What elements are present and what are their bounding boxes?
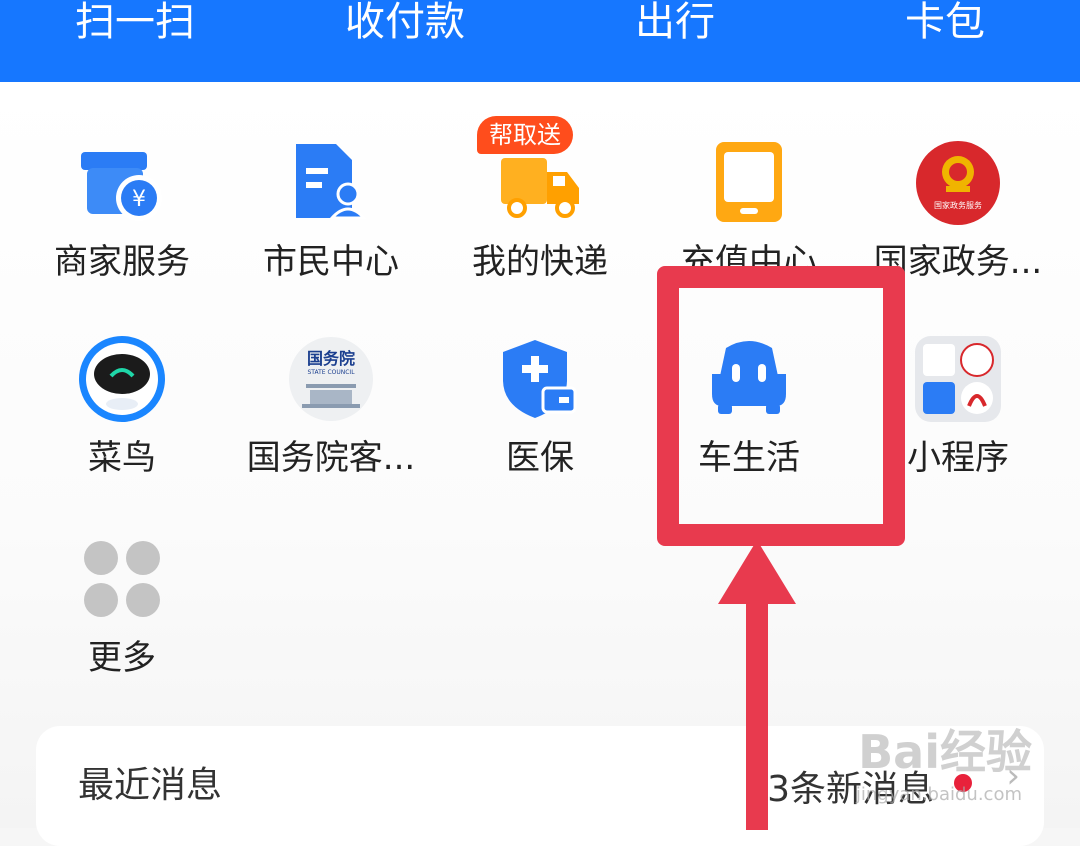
baidu-watermark: Bai经验	[858, 725, 1032, 779]
app-my-delivery[interactable]: 帮取送 我的快递	[435, 116, 645, 328]
svg-text:STATE COUNCIL: STATE COUNCIL	[307, 369, 355, 376]
svg-text:国务院: 国务院	[307, 349, 355, 368]
pointer-arrow-icon	[718, 540, 796, 830]
cainiao-robot-icon	[79, 336, 165, 422]
national-emblem-icon: 国家政务服务	[916, 141, 1000, 225]
app-label: 医保	[506, 438, 574, 478]
app-cainiao[interactable]: 菜鸟	[17, 334, 227, 524]
citizen-center-icon	[296, 144, 368, 220]
svg-text:¥: ¥	[132, 187, 146, 212]
highlight-box	[657, 266, 905, 546]
app-merchant-services[interactable]: ¥ 商家服务	[17, 138, 227, 328]
app-label: 商家服务	[54, 242, 190, 282]
svg-text:国家政务服务: 国家政务服务	[934, 200, 982, 210]
delivery-badge: 帮取送	[477, 116, 573, 154]
recent-messages-title: 最近消息	[78, 765, 223, 806]
top-action-bar: 扫一扫 收付款 出行 卡包	[0, 0, 1080, 82]
merchant-shop-icon: ¥	[81, 152, 162, 221]
phone-recharge-icon	[716, 142, 782, 222]
travel-button[interactable]: 出行	[575, 0, 775, 48]
state-council-icon: 国务院 STATE COUNCIL	[289, 337, 373, 421]
app-label: 更多	[88, 638, 156, 678]
app-medical-insurance[interactable]: 医保	[435, 334, 645, 524]
app-label: 菜鸟	[88, 438, 156, 478]
app-citizen-center[interactable]: 市民中心	[226, 138, 436, 328]
more-grid-icon	[84, 541, 160, 617]
mini-program-icon	[915, 336, 1001, 422]
app-state-council-client[interactable]: 国务院 STATE COUNCIL 国务院客...	[226, 334, 436, 524]
app-label: 我的快递	[472, 242, 608, 282]
card-wallet-button[interactable]: 卡包	[845, 0, 1045, 48]
baidu-watermark-url: jingyan.baidu.com	[855, 784, 1022, 805]
pay-receive-button[interactable]: 收付款	[305, 0, 505, 48]
medical-insurance-icon	[503, 340, 577, 418]
app-more[interactable]: 更多	[17, 534, 227, 724]
app-label: 国务院客...	[246, 438, 416, 478]
app-label: 市民中心	[263, 242, 399, 282]
scan-button[interactable]: 扫一扫	[35, 0, 235, 48]
